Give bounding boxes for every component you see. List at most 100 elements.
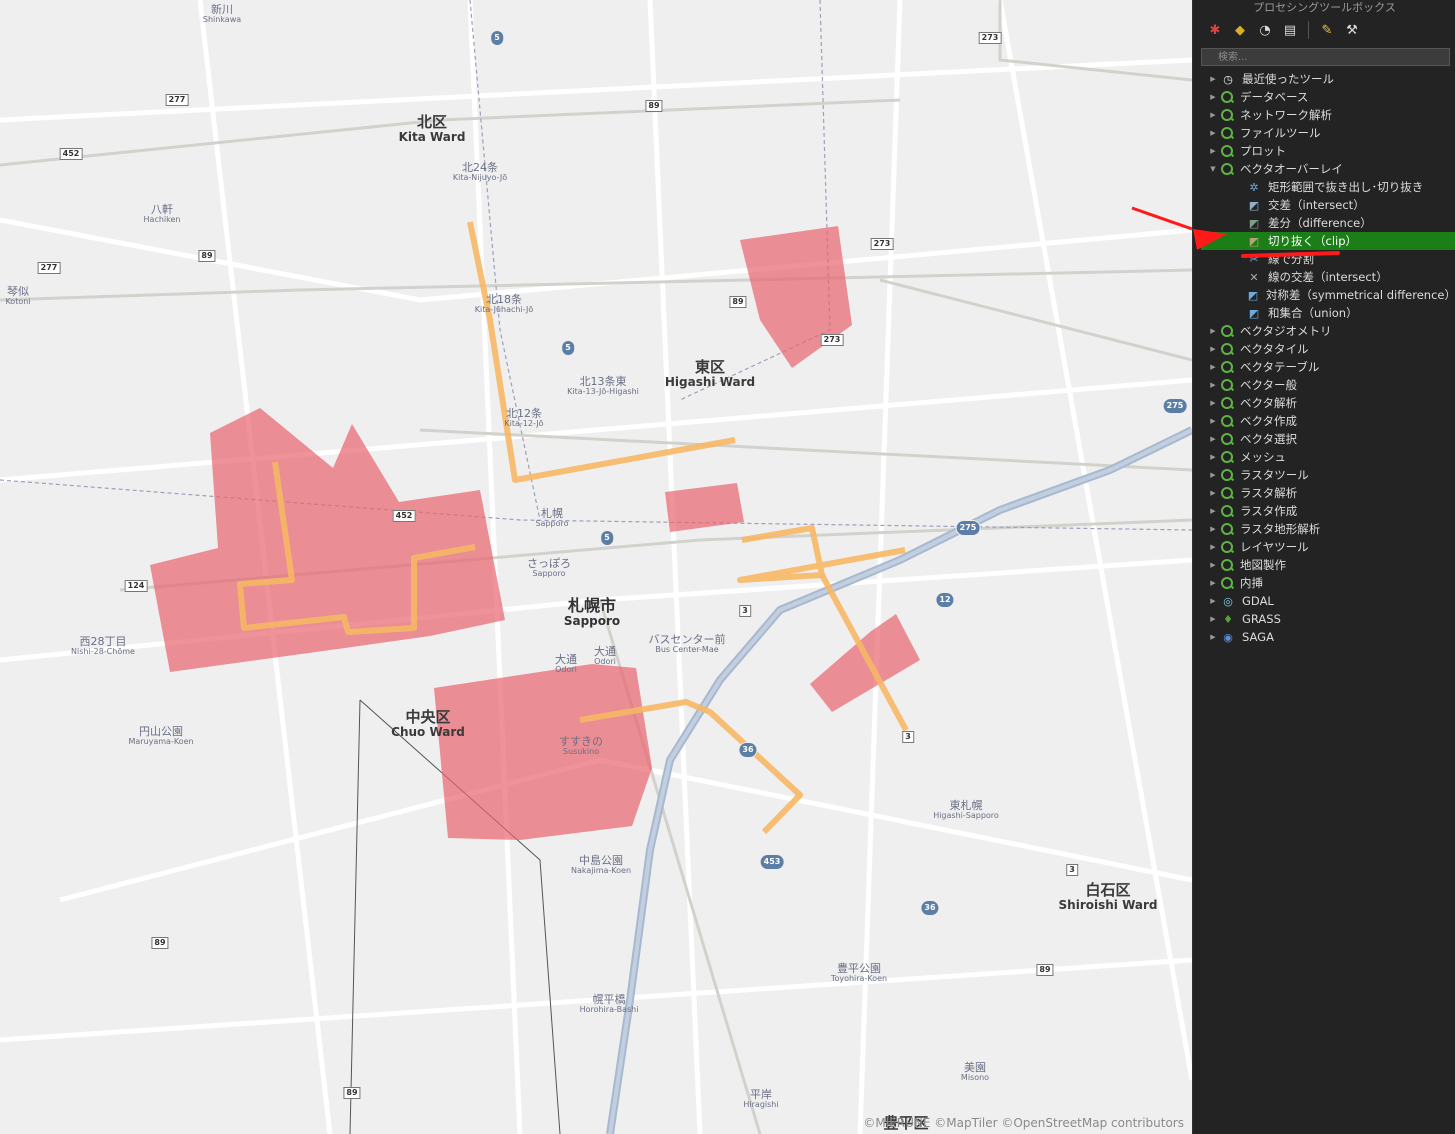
- tree-algorithm[interactable]: ◩ 交差（intersect）: [1193, 196, 1455, 214]
- tree-algorithm[interactable]: ✲ 矩形範囲で抜き出し･切り抜き: [1193, 178, 1455, 196]
- route-shield: 3: [1066, 864, 1078, 876]
- station-label: 北18条 Kita-Jūhachi-Jō: [474, 293, 534, 314]
- chevron-right-icon[interactable]: ▶: [1207, 147, 1219, 155]
- edit-features-icon[interactable]: ✎: [1317, 20, 1337, 40]
- station-label: 新川 Shinkawa: [202, 3, 242, 24]
- chevron-right-icon[interactable]: ▶: [1207, 327, 1219, 335]
- chevron-right-icon[interactable]: ▶: [1207, 75, 1219, 83]
- tree-group[interactable]: ▶ 地図製作: [1193, 556, 1455, 574]
- chevron-right-icon[interactable]: ▶: [1207, 507, 1219, 515]
- models-icon[interactable]: ✱: [1205, 20, 1225, 40]
- panel-title: プロセシングツールボックス: [1253, 1, 1396, 14]
- tree-group[interactable]: ▶ ラスタ解析: [1193, 484, 1455, 502]
- chevron-right-icon[interactable]: ▶: [1207, 453, 1219, 461]
- station-label: 円山公園 Maruyama-Koen: [128, 725, 194, 746]
- chevron-right-icon[interactable]: ▶: [1207, 129, 1219, 137]
- tree-group[interactable]: ▼ ベクタオーバーレイ: [1193, 160, 1455, 178]
- options-wrench-icon[interactable]: ⚒: [1342, 20, 1362, 40]
- chevron-right-icon[interactable]: ▶: [1207, 633, 1219, 641]
- chevron-right-icon[interactable]: ▶: [1207, 597, 1219, 605]
- tree-item-label: 内挿: [1240, 576, 1263, 590]
- tree-item-label: ファイルツール: [1240, 126, 1321, 140]
- chevron-right-icon[interactable]: ▶: [1207, 417, 1219, 425]
- qgis-icon: [1221, 91, 1233, 103]
- chevron-right-icon[interactable]: ▶: [1207, 381, 1219, 389]
- station-label: 幌平橋 Horohira-Bashi: [579, 993, 639, 1014]
- route-shield: 3: [902, 731, 914, 743]
- tree-algorithm[interactable]: ✕ 線の交差（intersect）: [1193, 268, 1455, 286]
- toolbox-toolbar: ✱ ◆ ◔ ▤ ✎ ⚒: [1193, 16, 1455, 44]
- tree-group[interactable]: ▶ ♦ GRASS: [1193, 610, 1455, 628]
- chevron-right-icon[interactable]: ▶: [1207, 399, 1219, 407]
- station-label: 北13条東 Kita-13-Jō-Higashi: [567, 375, 639, 396]
- chevron-right-icon[interactable]: ▶: [1207, 543, 1219, 551]
- tree-group[interactable]: ▶ ファイルツール: [1193, 124, 1455, 142]
- tree-group[interactable]: ▶ ネットワーク解析: [1193, 106, 1455, 124]
- chevron-right-icon[interactable]: ▶: [1207, 111, 1219, 119]
- tree-group[interactable]: ▶ ラスタ地形解析: [1193, 520, 1455, 538]
- route-shield: 452: [392, 510, 416, 522]
- polygon-west: [150, 408, 505, 672]
- tree-algorithm[interactable]: ◩ 対称差（symmetrical difference）: [1193, 286, 1455, 304]
- tree-group[interactable]: ▶ レイヤツール: [1193, 538, 1455, 556]
- tree-item-label: 切り抜く（clip）: [1268, 234, 1358, 248]
- tree-group[interactable]: ▶ ラスタ作成: [1193, 502, 1455, 520]
- tree-group[interactable]: ▶ ベクタジオメトリ: [1193, 322, 1455, 340]
- ward-label: 中央区 Chuo Ward: [391, 708, 465, 739]
- history-icon[interactable]: ◔: [1255, 20, 1275, 40]
- tree-group[interactable]: ▶ ベクタ作成: [1193, 412, 1455, 430]
- python-icon[interactable]: ◆: [1230, 20, 1250, 40]
- union-icon: ◩: [1248, 306, 1260, 320]
- results-icon[interactable]: ▤: [1280, 20, 1300, 40]
- tree-group[interactable]: ▶ メッシュ: [1193, 448, 1455, 466]
- tree-algorithm[interactable]: ◩ 切り抜く（clip）: [1201, 232, 1455, 250]
- tree-algorithm[interactable]: ◩ 差分（difference）: [1193, 214, 1455, 232]
- tree-group[interactable]: ▶ ベクター般: [1193, 376, 1455, 394]
- ward-label: 白石区 Shiroishi Ward: [1058, 881, 1158, 912]
- route-shield: 275: [1162, 398, 1188, 414]
- chevron-right-icon[interactable]: ▶: [1207, 525, 1219, 533]
- route-shield: 5: [600, 530, 614, 546]
- route-shield: 36: [738, 742, 758, 758]
- chevron-right-icon[interactable]: ▶: [1207, 345, 1219, 353]
- tree-group[interactable]: ▶ ベクタテーブル: [1193, 358, 1455, 376]
- chevron-right-icon[interactable]: ▶: [1207, 579, 1219, 587]
- tree-item-label: ラスタツール: [1240, 468, 1309, 482]
- map-attribution: ©MIERUNE ©MapTiler ©OpenStreetMap contri…: [863, 1116, 1184, 1130]
- chevron-right-icon[interactable]: ▶: [1207, 471, 1219, 479]
- intersect-icon: ◩: [1248, 198, 1260, 212]
- route-shield: 5: [561, 340, 575, 356]
- chevron-right-icon[interactable]: ▶: [1207, 489, 1219, 497]
- chevron-down-icon[interactable]: ▼: [1207, 165, 1219, 173]
- station-label: 琴似 Kotoni: [5, 285, 31, 306]
- tree-group[interactable]: ▶ データベース: [1193, 88, 1455, 106]
- tree-item-label: ベクタジオメトリ: [1240, 324, 1332, 338]
- qgis-icon: [1221, 343, 1233, 355]
- map-canvas[interactable]: 北区 Kita Ward 東区 Higashi Ward 中央区 Chuo Ward …: [0, 0, 1192, 1134]
- tree-group[interactable]: ▶ ラスタツール: [1193, 466, 1455, 484]
- tree-group[interactable]: ▶ ベクタタイル: [1193, 340, 1455, 358]
- tree-group[interactable]: ▶ 内挿: [1193, 574, 1455, 592]
- tree-group[interactable]: ▶ ◷ 最近使ったツール: [1193, 70, 1455, 88]
- chevron-right-icon[interactable]: ▶: [1207, 615, 1219, 623]
- tree-group[interactable]: ▶ ◎ GDAL: [1193, 592, 1455, 610]
- station-label: 平岸 Hiragishi: [743, 1088, 779, 1109]
- route-shield: 3: [739, 605, 751, 617]
- tree-algorithm[interactable]: ✂ 線で分割: [1193, 250, 1455, 268]
- chevron-right-icon[interactable]: ▶: [1207, 435, 1219, 443]
- station-label: 北24条 Kita-Nijuyo-Jō: [452, 161, 508, 182]
- line-intersect-icon: ✕: [1249, 270, 1259, 284]
- tree-algorithm[interactable]: ◩ 和集合（union）: [1193, 304, 1455, 322]
- chevron-right-icon[interactable]: ▶: [1207, 561, 1219, 569]
- chevron-right-icon[interactable]: ▶: [1207, 93, 1219, 101]
- tree-group[interactable]: ▶ ◉ SAGA: [1193, 628, 1455, 646]
- tree-group[interactable]: ▶ ベクタ選択: [1193, 430, 1455, 448]
- clock-icon: ◷: [1223, 72, 1233, 86]
- qgis-icon: [1221, 433, 1233, 445]
- gdal-icon: ◎: [1223, 594, 1233, 608]
- route-shield: 453: [759, 854, 785, 870]
- tree-group[interactable]: ▶ ベクタ解析: [1193, 394, 1455, 412]
- tree-group[interactable]: ▶ プロット: [1193, 142, 1455, 160]
- chevron-right-icon[interactable]: ▶: [1207, 363, 1219, 371]
- search-input[interactable]: 検索...: [1201, 48, 1450, 66]
